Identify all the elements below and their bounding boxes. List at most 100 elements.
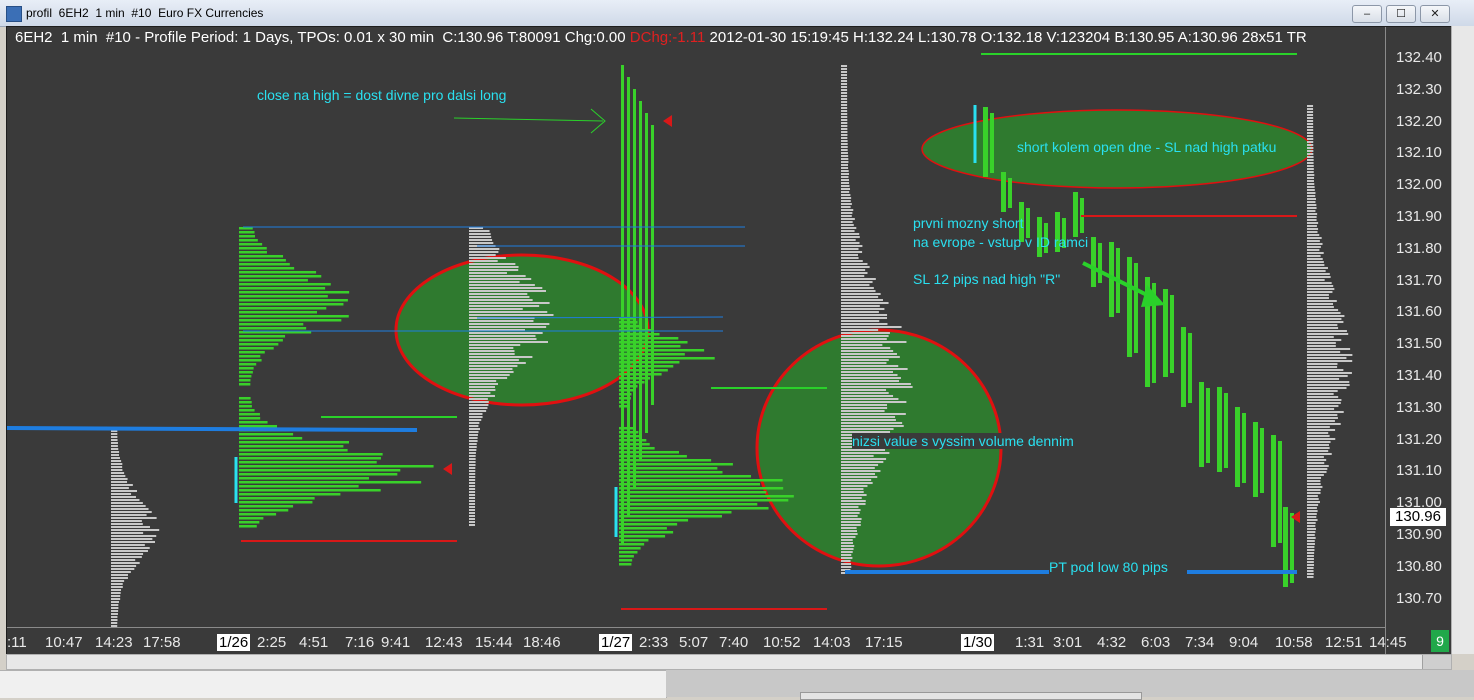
tpo-bar xyxy=(239,355,261,358)
time-tick: 4:32 xyxy=(1097,634,1127,651)
volume-bar xyxy=(1307,438,1336,440)
volume-bar xyxy=(841,527,857,529)
volume-bar xyxy=(1307,204,1317,206)
volume-bar xyxy=(841,536,856,538)
horizontal-scrollbar[interactable] xyxy=(6,654,1452,670)
volume-bar xyxy=(469,251,499,253)
volume-bar xyxy=(841,521,861,523)
volume-bar xyxy=(111,466,123,468)
tpo-bar xyxy=(239,275,322,278)
volume-bar xyxy=(1307,192,1316,194)
tpo-bar xyxy=(239,417,261,420)
volume-bar xyxy=(841,128,848,130)
volume-bar xyxy=(841,452,890,454)
volume-bar xyxy=(1307,252,1324,254)
volume-bar xyxy=(1307,462,1325,464)
volume-bar xyxy=(111,502,143,504)
volume-bar xyxy=(1307,495,1318,497)
tpo-bar xyxy=(239,501,313,504)
time-tick: 17:58 xyxy=(143,634,181,651)
volume-bar xyxy=(469,386,495,388)
volume-bar xyxy=(841,173,850,175)
volume-bar xyxy=(1307,189,1315,191)
volume-bar xyxy=(111,568,135,570)
volume-bar xyxy=(841,332,890,334)
volume-bar xyxy=(841,494,867,496)
chart-header: 6EH2 1 min #10 - Profile Period: 1 Days,… xyxy=(15,29,1307,46)
volume-bar xyxy=(469,512,476,514)
scrollbar-thumb[interactable] xyxy=(1422,655,1451,669)
window-titlebar: profil 6EH2 1 min #10 Euro FX Currencies… xyxy=(0,0,1474,27)
time-axis[interactable]: :11 10:47 14:23 17:58 1/26 2:25 4:51 7:16 9:41 12… xyxy=(7,627,1407,655)
volume-bar xyxy=(841,260,863,262)
minimize-button[interactable]: – xyxy=(1352,5,1382,23)
volume-bar xyxy=(469,242,494,244)
volume-bar xyxy=(1307,129,1314,131)
header-right: 2012-01-30 15:19:45 H:132.24 L:130.78 O:… xyxy=(705,29,1307,46)
volume-bar xyxy=(469,290,546,292)
volume-bar xyxy=(841,293,881,295)
volume-bar xyxy=(111,517,157,519)
volume-bar xyxy=(111,442,118,444)
volume-bar xyxy=(469,455,476,457)
tpo-bar xyxy=(239,231,255,234)
volume-bar xyxy=(841,269,866,271)
volume-bar xyxy=(1307,450,1329,452)
volume-bar xyxy=(841,221,853,223)
tpo-bar xyxy=(239,359,262,362)
volume-bar xyxy=(469,506,476,508)
volume-bar xyxy=(841,119,848,121)
volume-bar xyxy=(111,490,137,492)
volume-bar xyxy=(469,446,477,448)
volume-bar xyxy=(1307,273,1330,275)
volume-bar xyxy=(111,613,118,615)
volume-bar xyxy=(469,254,496,256)
tpo-bar xyxy=(619,463,733,466)
volume-bar xyxy=(841,413,906,415)
volume-bar xyxy=(841,65,848,67)
tpo-bar xyxy=(619,349,705,352)
volume-bar xyxy=(469,236,492,238)
time-tick: 14:23 xyxy=(95,634,133,651)
volume-bar xyxy=(469,293,528,295)
volume-bar xyxy=(841,227,857,229)
volume-bar xyxy=(111,622,118,624)
close-button[interactable]: ✕ xyxy=(1420,5,1450,23)
volume-bar xyxy=(111,439,118,441)
tpo-bar xyxy=(619,447,655,450)
volume-bar xyxy=(841,245,863,247)
volume-bar xyxy=(1307,522,1316,524)
volume-bar xyxy=(841,317,888,319)
volume-bar xyxy=(1307,108,1314,110)
tpo-bar xyxy=(239,485,359,488)
market-profile-chart[interactable]: 6EH2 1 min #10 - Profile Period: 1 Days,… xyxy=(6,26,1452,656)
volume-bar xyxy=(841,458,887,460)
volume-bar xyxy=(1307,147,1314,149)
volume-bar xyxy=(841,509,861,511)
taskbar-button[interactable] xyxy=(800,692,1142,700)
volume-bar xyxy=(841,74,848,76)
volume-bar xyxy=(1307,177,1315,179)
volume-bar xyxy=(841,215,852,217)
volume-bar xyxy=(1307,150,1314,152)
tpo-bar xyxy=(239,375,252,378)
tpo-bar xyxy=(239,279,308,282)
volume-bar xyxy=(469,467,476,469)
price-tick: 130.80 xyxy=(1396,557,1442,575)
current-price-label: 130.96 xyxy=(1390,508,1446,526)
volume-bar xyxy=(1307,504,1319,506)
price-axis[interactable]: 132.40 132.30 132.20 132.10 132.00 131.90 131.… xyxy=(1385,27,1451,655)
restore-button[interactable]: ☐ xyxy=(1386,5,1416,23)
volume-bar xyxy=(111,610,119,612)
volume-bar xyxy=(841,545,855,547)
tpo-bar xyxy=(239,433,294,436)
volume-bar xyxy=(1307,420,1335,422)
volume-bar xyxy=(1307,354,1353,356)
volume-bar xyxy=(1307,363,1338,365)
volume-bar xyxy=(1307,546,1315,548)
volume-bar xyxy=(111,445,118,447)
price-tick: 131.30 xyxy=(1396,398,1442,416)
volume-bar xyxy=(469,353,515,355)
volume-bar xyxy=(469,371,514,373)
tpo-column xyxy=(1242,413,1246,483)
